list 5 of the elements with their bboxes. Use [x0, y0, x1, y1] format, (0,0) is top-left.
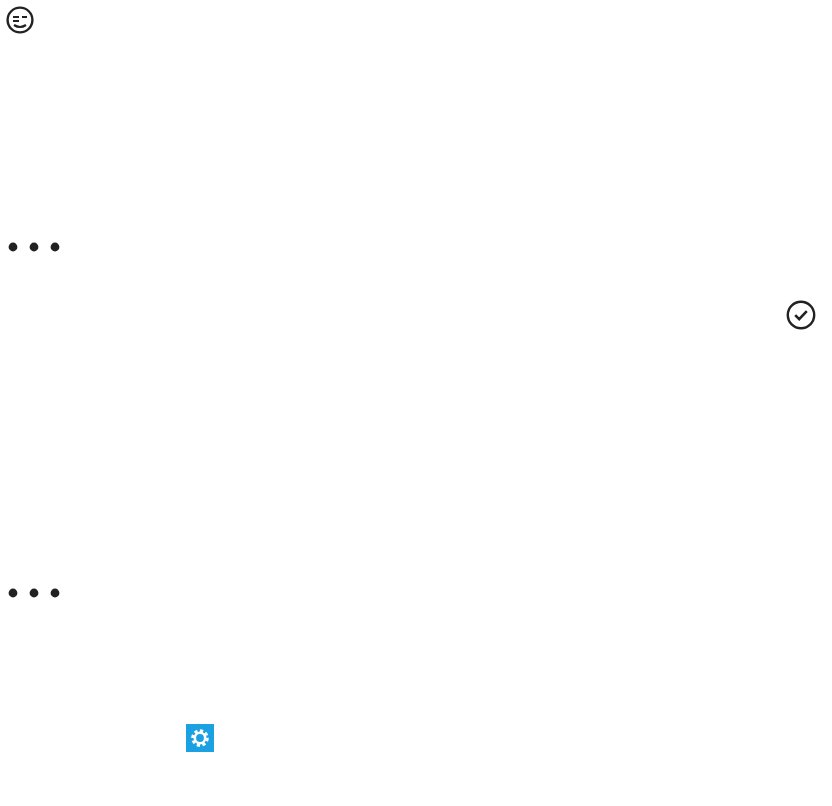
check-icon[interactable]: [786, 300, 816, 330]
settings-icon[interactable]: [186, 724, 214, 752]
emoji-icon[interactable]: [6, 6, 34, 34]
more-icon[interactable]: [8, 588, 60, 598]
more-icon[interactable]: [8, 242, 60, 252]
